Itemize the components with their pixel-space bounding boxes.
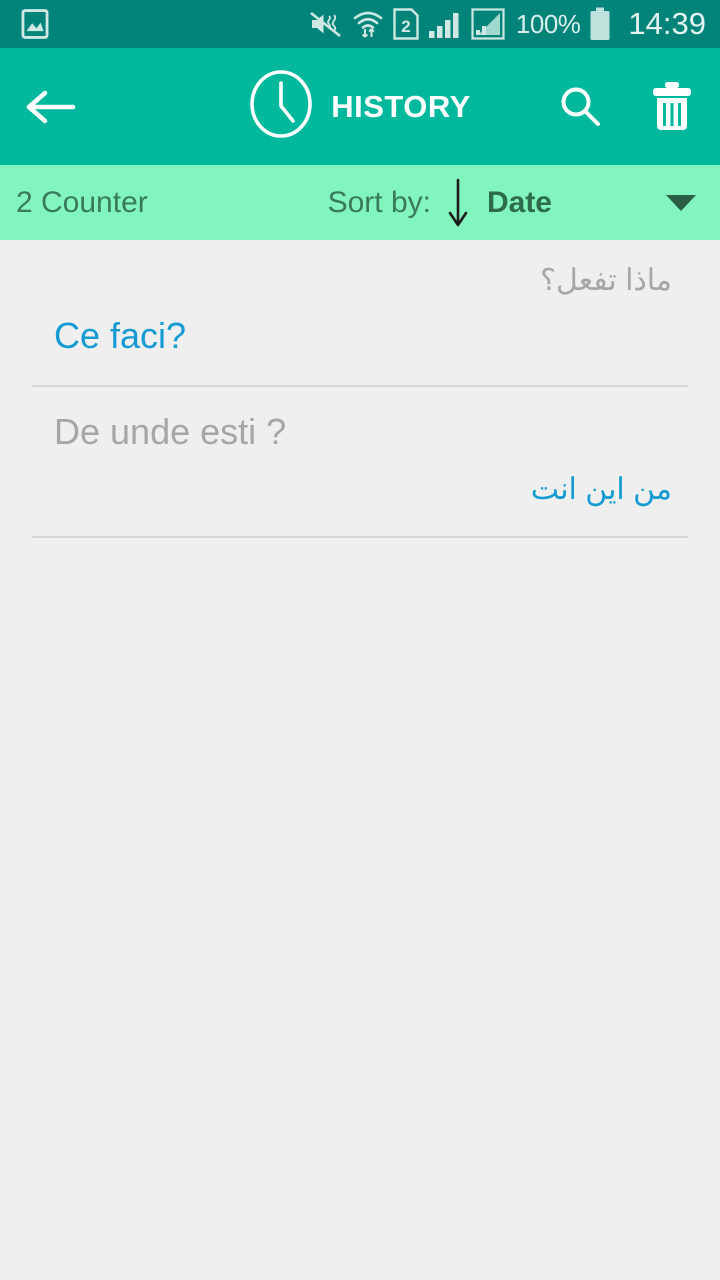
svg-text:2: 2	[401, 17, 410, 36]
history-list: ماذا تفعل؟ Ce faci? De unde esti ? من اي…	[0, 240, 720, 1280]
sort-descending-icon[interactable]	[445, 177, 471, 229]
status-bar: 2 100% 14:39	[0, 0, 720, 48]
history-counter: 2 Counter	[16, 185, 148, 219]
data-signal-icon	[471, 8, 505, 40]
list-item-content: ماذا تفعل؟ Ce faci?	[32, 240, 688, 387]
chevron-down-icon[interactable]	[664, 192, 698, 214]
search-icon[interactable]	[554, 81, 606, 133]
page-title: HISTORY	[331, 88, 471, 124]
status-bar-clock: 14:39	[628, 6, 706, 41]
back-button[interactable]	[24, 79, 80, 135]
signal-bars-icon	[428, 9, 462, 39]
app-root: 2 100% 14:39 HISTORY 2 Counter Sort by: …	[0, 0, 720, 1280]
list-item-source-text: ماذا تفعل؟	[540, 264, 672, 297]
image-gallery-icon	[18, 7, 52, 41]
list-item-source-text: De unde esti ?	[54, 411, 287, 452]
app-bar: HISTORY	[0, 48, 720, 165]
list-item-target-text: Ce faci?	[54, 315, 187, 356]
vibrate-mute-icon	[309, 9, 343, 39]
sort-by-label: Sort by:	[327, 185, 431, 219]
list-item-content: De unde esti ? من اين انت	[32, 387, 688, 538]
sim2-icon: 2	[393, 8, 419, 40]
list-item[interactable]: De unde esti ? من اين انت	[0, 387, 720, 538]
list-item[interactable]: ماذا تفعل؟ Ce faci?	[0, 240, 720, 387]
delete-icon[interactable]	[646, 81, 698, 133]
app-bar-actions	[554, 81, 698, 133]
sort-control[interactable]: Sort by: Date	[328, 177, 702, 229]
sort-bar: 2 Counter Sort by: Date	[0, 165, 720, 240]
battery-percentage: 100%	[515, 8, 581, 39]
list-item-target-text: من اين انت	[530, 473, 672, 506]
status-bar-left	[18, 7, 52, 41]
status-bar-right: 2 100% 14:39	[309, 6, 706, 42]
sort-value: Date	[486, 185, 552, 219]
clock-icon	[249, 69, 313, 144]
wifi-transfer-icon	[352, 8, 384, 40]
battery-icon	[589, 7, 611, 41]
